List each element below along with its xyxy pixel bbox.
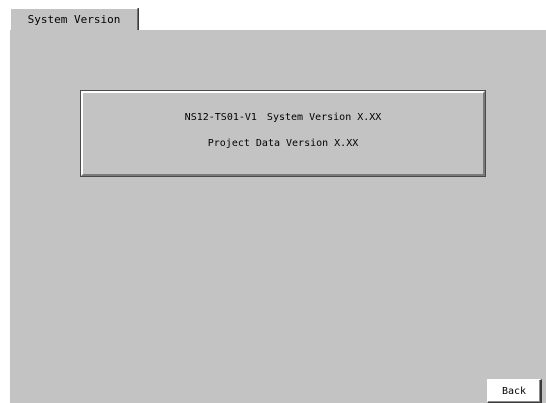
tab-edge [138, 8, 139, 30]
tab-label: System Version [27, 13, 121, 26]
content-panel [10, 30, 546, 403]
tab-system-version[interactable]: System Version [10, 8, 138, 30]
version-info-content: NS12-TS01-V1 System Version X.XX Project … [83, 93, 483, 174]
back-button-label: Back [501, 385, 527, 397]
model-version-line: NS12-TS01-V1 System Version X.XX [83, 112, 483, 123]
back-button[interactable]: Back [487, 379, 542, 403]
version-info-box: NS12-TS01-V1 System Version X.XX Project … [80, 90, 486, 177]
project-data-version-line: Project Data Version X.XX [83, 138, 483, 149]
system-version-text: System Version X.XX [266, 112, 382, 123]
hmi-screen: System Version NS12-TS01-V1 System Versio… [0, 0, 546, 403]
model-name: NS12-TS01-V1 [184, 112, 257, 123]
project-data-version-text: Project Data Version X.XX [207, 138, 359, 149]
